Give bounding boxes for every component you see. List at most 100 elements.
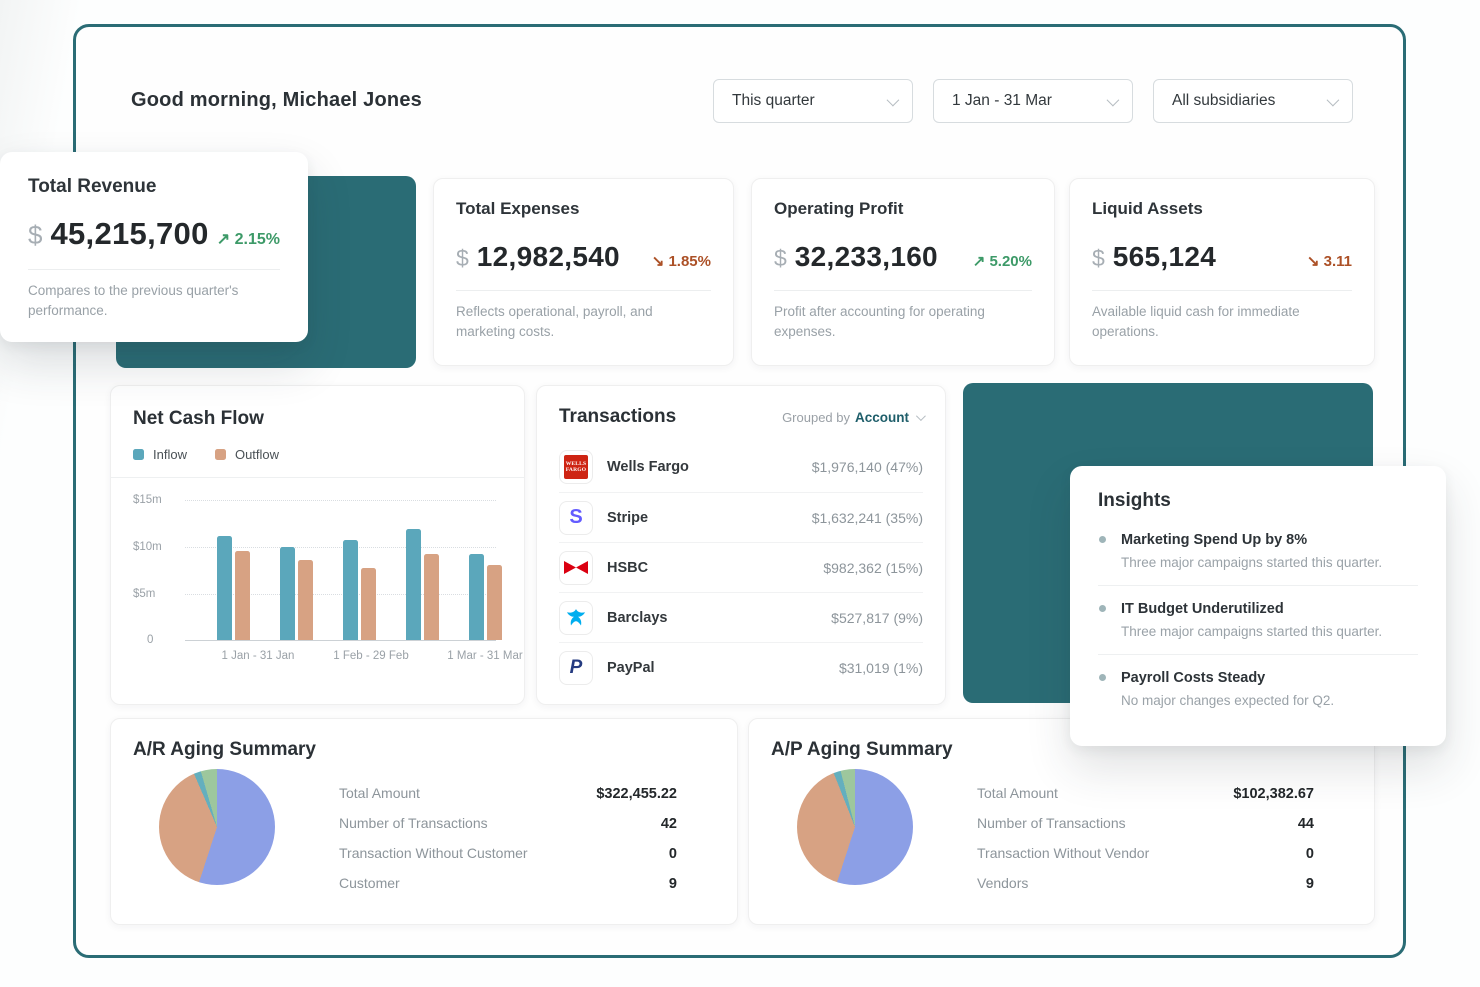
card-title: A/R Aging Summary: [133, 739, 715, 761]
bullet-dot-icon: [1099, 674, 1106, 681]
transaction-row-barclays[interactable]: Barclays $527,817 (9%): [559, 592, 923, 642]
kpi-description: Compares to the previous quarter's perfo…: [28, 281, 280, 320]
delta-value: 2.15%: [235, 231, 280, 248]
account-amount: $31,019 (1%): [839, 660, 923, 676]
transactions-card: Transactions Grouped by Account WELLSFAR…: [536, 385, 946, 705]
inflow-bar: [280, 547, 295, 640]
stat-value: 9: [1306, 876, 1314, 892]
trend-up-icon: ↗: [973, 253, 986, 270]
legend-item-outflow: Outflow: [215, 447, 279, 462]
insight-item: Marketing Spend Up by 8% Three major cam…: [1098, 532, 1418, 570]
account-name: Stripe: [607, 510, 648, 526]
outflow-bar: [424, 554, 439, 640]
transaction-row-wells-fargo[interactable]: WELLSFARGO Wells Fargo $1,976,140 (47%): [559, 442, 923, 492]
chevron-down-icon: [1327, 93, 1340, 106]
transaction-row-paypal[interactable]: P PayPal $31,019 (1%): [559, 642, 923, 692]
kpi-description: Profit after accounting for operating ex…: [774, 302, 1032, 341]
stat-label: Vendors: [977, 875, 1028, 891]
stat-value: $102,382.67: [1233, 786, 1314, 802]
account-name: HSBC: [607, 560, 648, 576]
inflow-bar: [469, 554, 484, 640]
net-cash-flow-card: Net Cash Flow Inflow Outflow $15m $10m $…: [110, 385, 525, 705]
insights-card: Insights Marketing Spend Up by 8% Three …: [1070, 466, 1446, 746]
currency-symbol: $: [774, 245, 787, 272]
account-amount: $527,817 (9%): [831, 610, 923, 626]
insight-title: IT Budget Underutilized: [1121, 601, 1418, 617]
legend-label: Outflow: [235, 447, 279, 462]
transaction-row-stripe[interactable]: S Stripe $1,632,241 (35%): [559, 492, 923, 542]
y-axis-tick: $15m: [133, 494, 175, 506]
insight-description: Three major campaigns started this quart…: [1121, 624, 1418, 639]
period-dropdown[interactable]: This quarter: [713, 79, 913, 123]
stat-row: Transaction Without Customer 0: [339, 845, 677, 862]
divider: [1098, 585, 1418, 586]
account-amount: $982,362 (15%): [823, 560, 923, 576]
divider: [774, 290, 1032, 291]
transaction-row-hsbc[interactable]: HSBC $982,362 (15%): [559, 542, 923, 592]
insight-item: Payroll Costs Steady No major changes ex…: [1098, 670, 1418, 708]
legend-label: Inflow: [153, 447, 187, 462]
stat-row: Total Amount $102,382.67: [977, 785, 1314, 802]
stat-value: $322,455.22: [596, 786, 677, 802]
card-title: Total Revenue: [28, 176, 280, 198]
grouped-by-selector[interactable]: Grouped by Account: [782, 410, 923, 425]
y-axis-tick: 0: [147, 634, 189, 646]
paypal-logo-icon: P: [559, 651, 593, 685]
stat-row: Customer 9: [339, 875, 677, 892]
stat-label: Customer: [339, 875, 400, 891]
y-axis-tick: $10m: [133, 541, 175, 553]
wells-fargo-logo-icon: WELLSFARGO: [559, 450, 593, 484]
delta-value: 5.20%: [989, 253, 1032, 270]
stat-row: Number of Transactions 42: [339, 815, 677, 832]
bullet-dot-icon: [1099, 605, 1106, 612]
insight-title: Marketing Spend Up by 8%: [1121, 532, 1418, 548]
stat-label: Transaction Without Vendor: [977, 845, 1149, 861]
subsidiaries-dropdown[interactable]: All subsidiaries: [1153, 79, 1353, 123]
account-amount: $1,632,241 (35%): [812, 510, 923, 526]
account-name: Wells Fargo: [607, 459, 689, 475]
account-name: Barclays: [607, 610, 667, 626]
delta-value: 1.85%: [668, 253, 711, 270]
total-expenses-card: Total Expenses $ 12,982,540 ↘ 1.85% Refl…: [433, 178, 734, 366]
stat-row: Transaction Without Vendor 0: [977, 845, 1314, 862]
hsbc-logo-icon: [559, 551, 593, 585]
card-title: Insights: [1098, 490, 1418, 512]
ar-aging-summary-card: A/R Aging Summary Total Amount $322,455.…: [110, 718, 738, 925]
stat-value: 44: [1298, 816, 1314, 832]
ap-aging-stats: Total Amount $102,382.67 Number of Trans…: [977, 785, 1314, 905]
kpi-value: 45,215,700: [50, 216, 208, 252]
stat-value: 0: [1306, 846, 1314, 862]
x-axis-label: 1 Jan - 31 Jan: [222, 650, 295, 662]
card-title: Net Cash Flow: [133, 408, 502, 430]
chevron-down-icon: [887, 93, 900, 106]
x-axis-label: 1 Mar - 31 Mar: [447, 650, 522, 662]
stat-row: Total Amount $322,455.22: [339, 785, 677, 802]
barclays-eagle-icon: [559, 601, 593, 635]
card-title: Liquid Assets: [1092, 199, 1352, 219]
liquid-assets-card: Liquid Assets $ 565,124 ↘ 3.11 Available…: [1069, 178, 1375, 366]
stat-value: 0: [669, 846, 677, 862]
stat-label: Number of Transactions: [339, 815, 488, 831]
chevron-down-icon: [916, 411, 926, 421]
trend-down-icon: ↘: [652, 253, 665, 270]
kpi-value: 32,233,160: [795, 241, 938, 273]
divider: [456, 290, 711, 291]
kpi-value: 565,124: [1113, 241, 1216, 273]
insight-item: IT Budget Underutilized Three major camp…: [1098, 601, 1418, 639]
stat-label: Transaction Without Customer: [339, 845, 528, 861]
date-range-dropdown[interactable]: 1 Jan - 31 Mar: [933, 79, 1133, 123]
legend-item-inflow: Inflow: [133, 447, 187, 462]
currency-symbol: $: [1092, 245, 1105, 272]
insight-title: Payroll Costs Steady: [1121, 670, 1418, 686]
trend-down-badge: ↘ 3.11: [1307, 252, 1352, 270]
outflow-bar: [487, 565, 502, 640]
subsidiaries-dropdown-value: All subsidiaries: [1172, 92, 1275, 110]
card-title: Transactions: [559, 406, 676, 428]
greeting-text: Good morning, Michael Jones: [131, 89, 422, 112]
date-range-dropdown-value: 1 Jan - 31 Mar: [952, 92, 1052, 110]
divider: [111, 477, 524, 478]
kpi-value: 12,982,540: [477, 241, 620, 273]
account-name: PayPal: [607, 660, 655, 676]
currency-symbol: $: [28, 220, 42, 251]
grouped-by-label: Grouped by: [782, 410, 850, 425]
